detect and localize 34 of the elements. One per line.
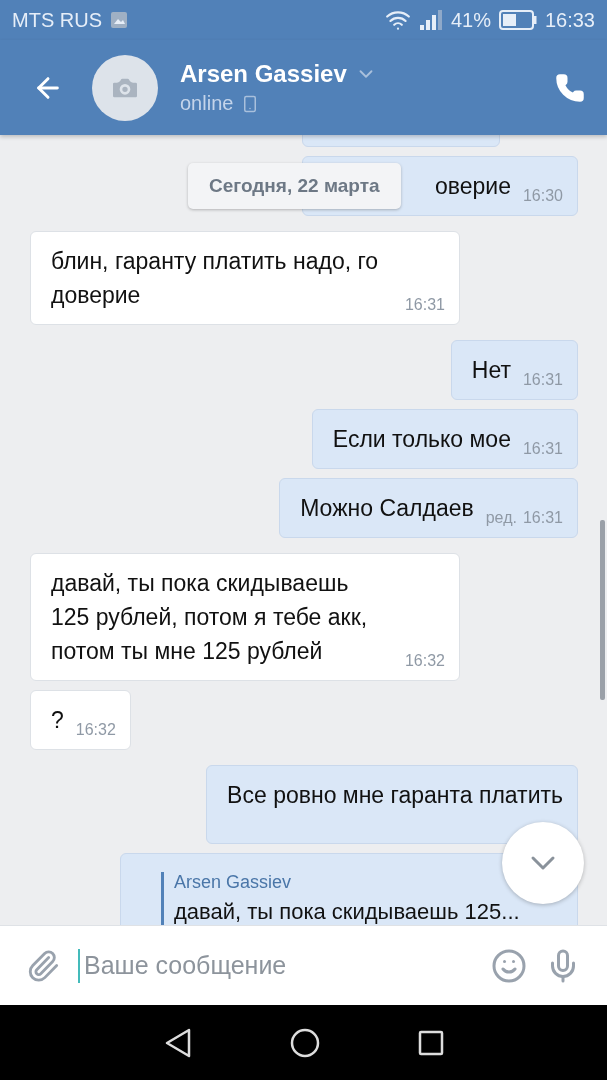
message-text: ? <box>51 706 64 735</box>
message-time: 16:32 <box>75 720 116 740</box>
clock: 16:33 <box>544 8 595 32</box>
call-button[interactable] <box>555 72 585 103</box>
message-text: Можно Салдаев <box>300 494 474 523</box>
message-text: блин, гаранту платить надо, го доверие <box>51 247 380 310</box>
message-text: Если только мое <box>332 425 511 454</box>
battery-percent: 41% <box>450 8 491 32</box>
message-text: Все ровно мне гаранта платить <box>227 781 563 810</box>
date-badge: Сегодня, 22 марта <box>188 163 401 209</box>
online-status: online <box>180 92 234 115</box>
message-text: давай, ты пока скидываешь 125 рублей, потом я тебе акк, потом ты мне 125 рублей <box>51 569 369 666</box>
message-text: оверие <box>434 172 511 201</box>
carrier-name: MTS RUS <box>12 8 102 32</box>
signal-icon <box>418 9 443 31</box>
attach-button[interactable] <box>26 948 60 983</box>
message-time: 16:30 <box>522 186 563 206</box>
recents-nav-icon[interactable] <box>417 1029 444 1056</box>
quote-text: давай, ты пока скидываешь 125... <box>174 899 521 925</box>
contact-name[interactable]: Arsen Gassiev <box>180 60 347 88</box>
home-nav-icon[interactable] <box>289 1027 320 1058</box>
back-nav-icon[interactable] <box>163 1027 192 1058</box>
image-icon <box>110 11 128 29</box>
edited-label: ред. <box>485 508 517 528</box>
battery-icon <box>498 10 537 30</box>
message-time: 16:31 <box>522 370 563 390</box>
message-time: 16:31 <box>522 508 563 528</box>
text-cursor <box>78 948 80 983</box>
message-time: 16:31 <box>522 439 563 459</box>
quote-author: Arsen Gassiev <box>174 872 293 893</box>
message-text: Нет <box>471 356 511 385</box>
message-time: 16:31 <box>404 295 445 315</box>
message-time: 16:32 <box>404 651 445 671</box>
emoji-button[interactable] <box>491 947 527 984</box>
